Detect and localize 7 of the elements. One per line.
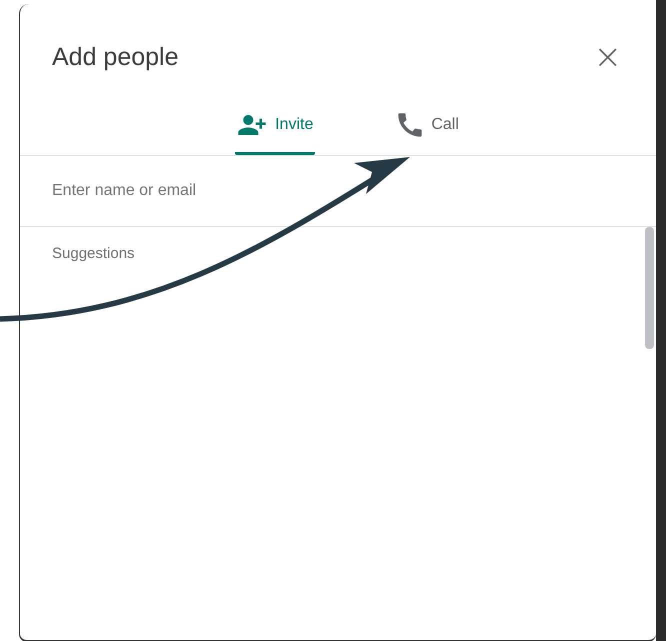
close-button[interactable]: × — [590, 40, 626, 74]
section-heading: Suggestions — [52, 245, 136, 262]
dialog-title: Add people — [52, 42, 179, 72]
scrollbar-thumb[interactable] — [645, 227, 654, 349]
person-add-icon — [237, 112, 268, 138]
tab[interactable]: Call — [395, 108, 461, 155]
phone-icon — [397, 112, 424, 138]
